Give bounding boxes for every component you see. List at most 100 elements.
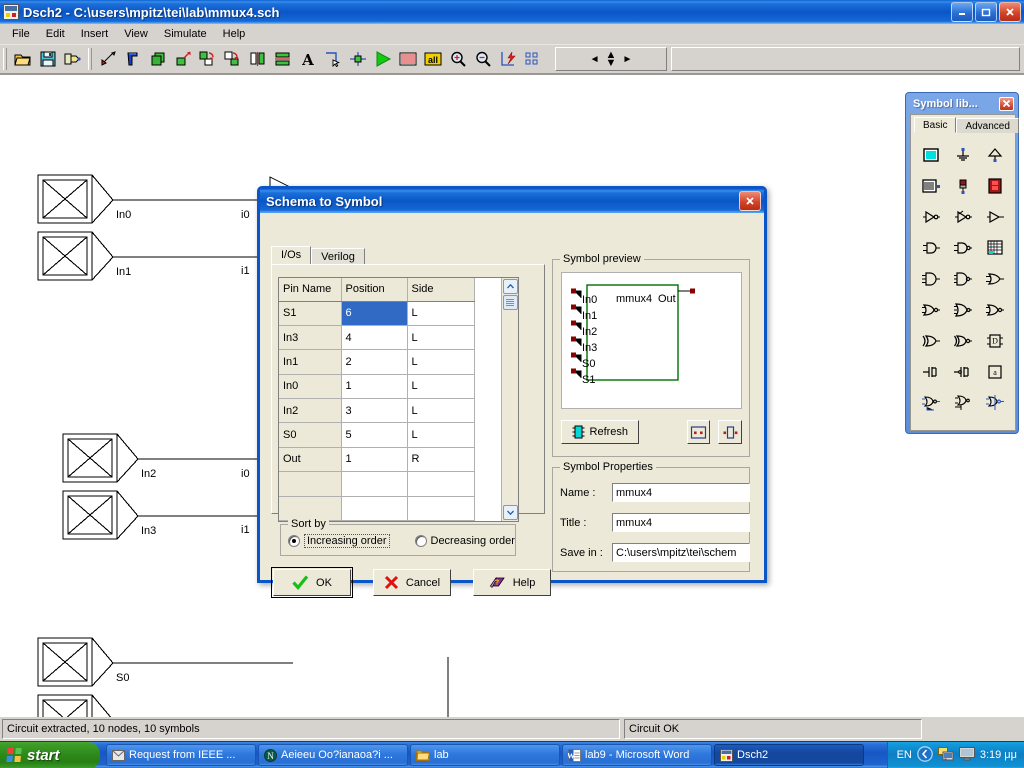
cell-side[interactable]: L <box>407 422 475 448</box>
table-row[interactable]: S0 5 L <box>279 422 475 448</box>
zoom-out-icon[interactable] <box>470 47 495 71</box>
cell-position[interactable]: 2 <box>341 349 408 375</box>
toolbar-nav-pad[interactable]: ◄ ▲ ▼ ► <box>555 47 667 71</box>
cell-pin-name[interactable] <box>279 471 342 497</box>
and3-icon[interactable] <box>915 263 947 294</box>
menu-edit[interactable]: Edit <box>38 26 73 42</box>
network-icon[interactable] <box>937 746 954 764</box>
scroll-up-button[interactable] <box>502 279 518 294</box>
help-button[interactable]: ? Help <box>473 569 551 596</box>
nor3-icon[interactable] <box>979 294 1011 325</box>
critical-path-icon[interactable] <box>495 47 520 71</box>
maximize-button[interactable] <box>975 2 997 22</box>
table-row[interactable]: In0 1 L <box>279 374 475 400</box>
cell-pin-name[interactable]: S1 <box>279 301 342 326</box>
toolbar-grip-2[interactable] <box>88 48 92 70</box>
open-icon[interactable] <box>10 47 35 71</box>
widen-symbol-button[interactable] <box>686 420 711 444</box>
cell-side[interactable]: L <box>407 398 475 424</box>
or2-icon[interactable] <box>979 263 1011 294</box>
cell-position[interactable]: 1 <box>341 374 408 400</box>
cell-side[interactable] <box>407 471 475 497</box>
table-row[interactable] <box>279 471 475 497</box>
title-field[interactable]: mmux4 <box>612 513 750 532</box>
pin-table[interactable]: Pin Name Position Side S1 6 L In3 4 L In… <box>278 277 519 522</box>
cancel-button[interactable]: Cancel <box>373 569 451 596</box>
zoom-in-icon[interactable] <box>445 47 470 71</box>
cell-side[interactable]: L <box>407 301 475 326</box>
menu-file[interactable]: File <box>4 26 38 42</box>
contact-icon[interactable] <box>345 47 370 71</box>
cell-side[interactable]: L <box>407 349 475 375</box>
flip-vertical-icon[interactable] <box>270 47 295 71</box>
tab-verilog[interactable]: Verilog <box>311 248 365 265</box>
button-icon[interactable] <box>915 139 947 170</box>
cell-pin-name[interactable]: In1 <box>279 349 342 375</box>
minimize-button[interactable] <box>951 2 973 22</box>
cell-pin-name[interactable]: In2 <box>279 398 342 424</box>
menu-help[interactable]: Help <box>215 26 254 42</box>
tab-advanced[interactable]: Advanced <box>956 118 1019 133</box>
table-row[interactable]: In2 3 L <box>279 398 475 424</box>
paste-icon[interactable] <box>170 47 195 71</box>
start-button[interactable]: start <box>0 741 100 768</box>
keyboard-icon[interactable] <box>915 170 947 201</box>
pmos-icon[interactable] <box>947 356 979 387</box>
nand3-icon[interactable] <box>947 263 979 294</box>
ok-button[interactable]: OK <box>271 567 353 598</box>
nav-right-icon[interactable]: ► <box>622 54 632 65</box>
tab-basic[interactable]: Basic <box>914 117 957 133</box>
tab-ios[interactable]: I/Os <box>271 246 312 265</box>
export-icon[interactable] <box>60 47 85 71</box>
cell-position[interactable]: 4 <box>341 325 408 351</box>
close-button[interactable] <box>999 2 1021 22</box>
or3-icon[interactable] <box>947 294 979 325</box>
task-button-lab[interactable]: lab <box>410 744 560 766</box>
task-button-request-from-ieee[interactable]: Request from IEEE ... <box>106 744 256 766</box>
complex2-icon[interactable] <box>947 387 979 418</box>
table-row[interactable]: In3 4 L <box>279 325 475 351</box>
refresh-button[interactable]: Refresh <box>561 420 639 444</box>
menu-view[interactable]: View <box>116 26 156 42</box>
nor2-icon[interactable] <box>915 294 947 325</box>
radio-increasing-indicator[interactable] <box>288 535 300 547</box>
dff-icon[interactable]: D <box>979 325 1011 356</box>
cell-position[interactable] <box>341 471 408 497</box>
menu-simulate[interactable]: Simulate <box>156 26 215 42</box>
task-button-aeieeu[interactable]: N Aeieeu Oo?ianaoa?i ... <box>258 744 408 766</box>
tray-clock[interactable]: 3:19 μμ <box>980 749 1017 761</box>
show-desktop-icon[interactable] <box>916 745 933 765</box>
table-row[interactable]: S1 6 L <box>279 301 475 326</box>
xor2-icon[interactable] <box>915 325 947 356</box>
grid-icon[interactable] <box>979 232 1011 263</box>
narrow-symbol-button[interactable] <box>718 420 742 444</box>
task-button-word[interactable]: W lab9 - Microsoft Word <box>562 744 712 766</box>
copy-icon[interactable] <box>145 47 170 71</box>
buffer-inv-icon[interactable] <box>915 201 947 232</box>
cell-side[interactable]: L <box>407 374 475 400</box>
dialog-close-button[interactable] <box>739 191 761 211</box>
pin-table-scrollbar[interactable] <box>501 278 518 521</box>
nav-left-icon[interactable]: ◄ <box>590 54 600 65</box>
menu-insert[interactable]: Insert <box>73 26 117 42</box>
complex1-icon[interactable] <box>915 387 947 418</box>
table-row[interactable]: In1 2 L <box>279 349 475 375</box>
radio-decreasing-order[interactable]: Decreasing order <box>408 525 515 548</box>
tray-language-indicator[interactable]: EN <box>897 749 912 761</box>
cell-position[interactable] <box>341 496 408 521</box>
inv-sched-icon[interactable] <box>947 201 979 232</box>
analog-icon[interactable]: a <box>979 356 1011 387</box>
cell-pin-name[interactable]: In0 <box>279 374 342 400</box>
table-row[interactable]: Out 1 R <box>279 447 475 473</box>
cell-position[interactable]: 3 <box>341 398 408 424</box>
scroll-down-button[interactable] <box>502 505 518 520</box>
all-icon[interactable]: all <box>420 47 445 71</box>
symbol-list-icon[interactable] <box>520 47 545 71</box>
nmos-icon[interactable] <box>915 356 947 387</box>
scrollbar-thumb[interactable] <box>502 295 518 310</box>
complex3-icon[interactable] <box>979 387 1011 418</box>
nand2-icon[interactable] <box>947 232 979 263</box>
rotate-left-icon[interactable] <box>195 47 220 71</box>
vdd-icon[interactable] <box>979 139 1011 170</box>
rotate-right-icon[interactable] <box>220 47 245 71</box>
